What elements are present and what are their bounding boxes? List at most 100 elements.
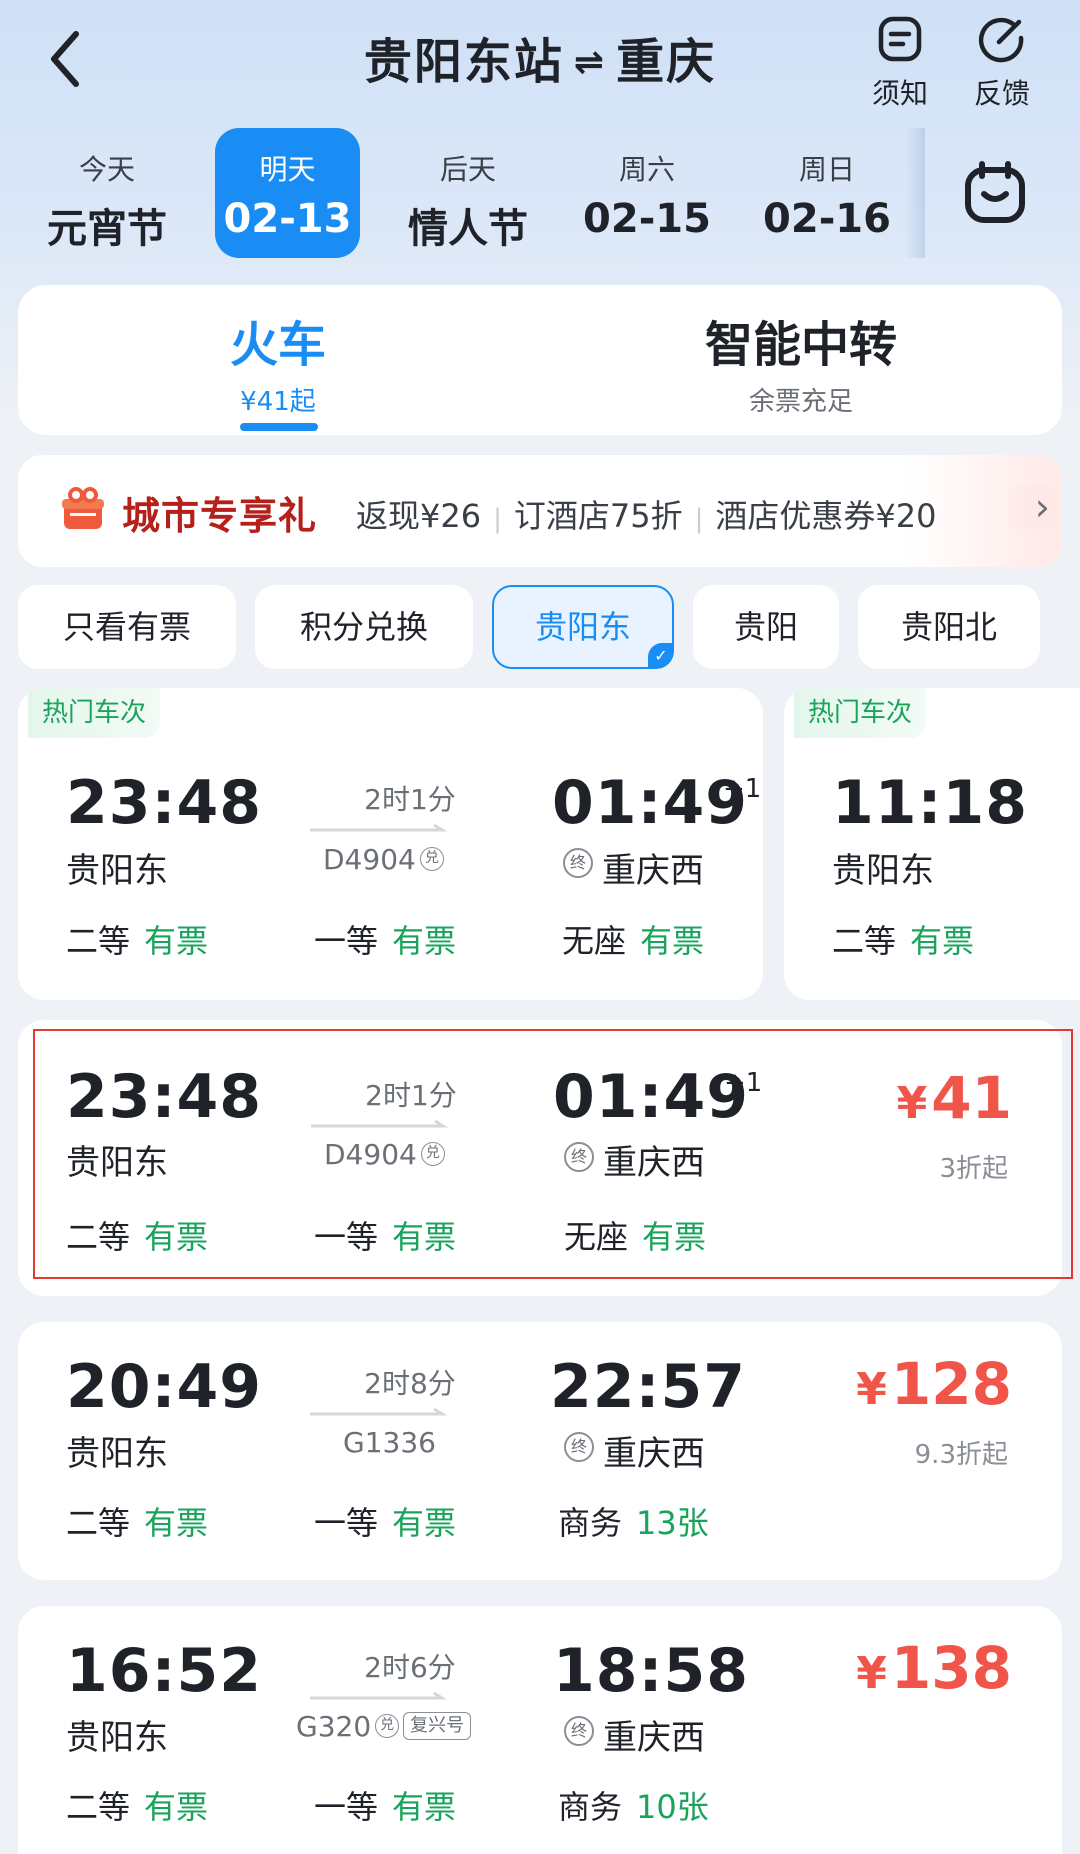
arrival-station: 重庆西 <box>603 1434 705 1474</box>
notice-button[interactable]: 须知 <box>860 14 940 112</box>
currency-symbol: ¥ <box>896 1078 928 1129</box>
promo-divider: | <box>694 504 704 534</box>
promo-offer-cashback: 返现¥26 <box>356 497 482 535</box>
fuxing-badge: 复兴号 <box>403 1712 472 1740</box>
seat-availability: 有票 <box>642 1218 707 1256</box>
arrival-time: 01:49 <box>553 1062 749 1132</box>
calendar-button[interactable] <box>960 158 1040 238</box>
duration-arrow-icon <box>311 1119 449 1128</box>
departure-time: 23:48 <box>66 1062 262 1132</box>
terminal-station-icon: 终 <box>563 848 593 878</box>
seat-class: 一等 <box>314 922 379 960</box>
duration-arrow-icon <box>310 1691 448 1700</box>
departure-station: 贵阳东 <box>66 1718 168 1758</box>
arrival-station: 重庆西 <box>603 1143 705 1183</box>
date-tab-saturday[interactable]: 周六 02-15 <box>572 128 722 258</box>
date-weekday: 后天 <box>439 153 496 186</box>
filter-chip-points[interactable]: 积分兑换 <box>255 585 473 669</box>
trip-duration: 2时6分 <box>364 1651 456 1684</box>
hot-train-tag: 热门车次 <box>28 688 161 738</box>
date-tab-day-after[interactable]: 后天 情人节 <box>393 128 543 258</box>
train-list-item[interactable]: 23:48 贵阳东 2时1分 D4904 兑 01:49 +1 终 重庆西 ¥41… <box>18 1020 1062 1296</box>
train-list-item[interactable]: 16:52 贵阳东 2时6分 G320 兑复兴号 18:58 终 重庆西 ¥138… <box>18 1606 1062 1854</box>
filter-chip-available-only[interactable]: 只看有票 <box>18 585 236 669</box>
filter-chip-guiyang-north[interactable]: 贵阳北 <box>858 585 1040 669</box>
date-weekday: 今天 <box>78 153 135 186</box>
ticket-price: ¥138 <box>752 1634 1012 1702</box>
seat-class: 一等 <box>314 1504 379 1542</box>
active-tab-indicator <box>240 423 318 431</box>
arrival-time: 01:49 <box>552 768 748 838</box>
seat-business-class: 商务 13张 <box>558 1498 709 1544</box>
date-tab-today[interactable]: 今天 元宵节 <box>32 128 182 258</box>
departure-station: 贵阳东 <box>66 1434 168 1474</box>
filter-chip-guiyang[interactable]: 贵阳 <box>693 585 839 669</box>
seat-second-class: 二等 有票 <box>66 1782 208 1828</box>
seat-availability: 有票 <box>640 922 705 960</box>
next-day-marker: +1 <box>723 774 762 804</box>
tab-train-title: 火车 <box>229 317 326 373</box>
station-filter-chips: 只看有票 积分兑换 贵阳东 ✓ 贵阳 贵阳北 <box>0 585 1080 671</box>
hot-train-card[interactable]: 热门车次 23:48 贵阳东 2时1分 D4904 兑 01:49 +1 终 重庆… <box>18 688 763 1000</box>
chip-label: 贵阳东 <box>534 608 631 646</box>
date-tab-sunday[interactable]: 周日 02-16 <box>752 128 902 258</box>
seat-standing: 无座 有票 <box>562 916 704 962</box>
tab-smart-transfer[interactable]: 智能中转 余票充足 <box>540 285 1062 435</box>
date-strip-fade <box>905 128 925 258</box>
tab-transfer-title: 智能中转 <box>704 317 897 373</box>
seat-availability: 有票 <box>392 1504 457 1542</box>
departure-time: 16:52 <box>66 1636 262 1706</box>
promo-offers: 返现¥26 | 订酒店75折 | 酒店优惠券¥20 <box>356 491 936 537</box>
trip-duration: 2时1分 <box>365 1079 457 1112</box>
chevron-right-icon: › <box>1008 485 1058 529</box>
train-number-text: D4904 <box>324 1138 417 1171</box>
gift-icon <box>62 487 104 529</box>
departure-station: 贵阳东 <box>66 851 168 891</box>
currency-symbol: ¥ <box>856 1648 887 1699</box>
hot-train-card[interactable]: 热门车次 11:18 贵阳东 二等 有票 <box>784 688 1080 1000</box>
price-value: 128 <box>890 1350 1012 1418</box>
promo-offer-hotel-discount: 订酒店75折 <box>513 497 683 535</box>
seat-class: 商务 <box>558 1788 623 1826</box>
tab-transfer-sub: 余票充足 <box>748 387 853 417</box>
terminal-station-icon: 终 <box>564 1716 594 1746</box>
departure-station: 贵阳东 <box>66 1143 168 1183</box>
notice-label: 须知 <box>871 77 928 110</box>
train-list-item[interactable]: 20:49 贵阳东 2时8分 G1336 22:57 终 重庆西 ¥128 9.… <box>18 1322 1062 1580</box>
date-selector: 今天 元宵节 明天 02-13 后天 情人节 周六 02-15 周日 02-16 <box>0 118 1080 268</box>
seat-availability: 有票 <box>910 922 975 960</box>
ticket-price: ¥41 <box>752 1064 1012 1132</box>
date-weekday: 周六 <box>618 153 675 186</box>
price-value: 138 <box>890 1634 1012 1702</box>
seat-standing: 无座 有票 <box>564 1212 706 1258</box>
tab-train-price: ¥41起 <box>240 387 316 417</box>
seat-second-class: 二等 有票 <box>832 916 974 962</box>
filter-chip-guiyang-east[interactable]: 贵阳东 ✓ <box>492 585 674 669</box>
date-tab-tomorrow[interactable]: 明天 02-13 <box>215 128 360 258</box>
seat-class: 无座 <box>562 922 627 960</box>
train-number-text: D4904 <box>323 843 416 876</box>
departure-station: 贵阳东 <box>832 851 934 891</box>
duration-arrow-icon <box>310 823 448 832</box>
travel-mode-tabs: 火车 ¥41起 智能中转 余票充足 <box>18 285 1062 435</box>
date-weekday: 周日 <box>798 153 855 186</box>
chip-label: 贵阳 <box>733 608 798 646</box>
route-from: 贵阳东站 <box>363 34 564 90</box>
back-button[interactable] <box>44 26 88 92</box>
seat-class: 二等 <box>832 922 897 960</box>
date-label: 02-13 <box>223 196 352 242</box>
chip-label: 贵阳北 <box>900 608 997 646</box>
tab-train[interactable]: 火车 ¥41起 <box>18 285 538 435</box>
date-label: 元宵节 <box>47 206 167 252</box>
feedback-button[interactable]: 反馈 <box>962 14 1042 112</box>
terminal-station-icon: 终 <box>564 1432 594 1462</box>
calendar-icon <box>965 161 1025 223</box>
redeem-badge: 兑 <box>419 847 444 871</box>
city-gift-banner[interactable]: 城市专享礼 返现¥26 | 订酒店75折 | 酒店优惠券¥20 › <box>18 455 1062 567</box>
seat-first-class: 一等 有票 <box>314 916 456 962</box>
top-bar: 贵阳东站 ⇌ 重庆 须知 反馈 <box>0 0 1080 120</box>
seat-availability: 有票 <box>144 1788 209 1826</box>
redeem-badge: 兑 <box>420 1142 445 1166</box>
swap-icon: ⇌ <box>573 42 607 83</box>
arrival-time: 22:57 <box>550 1352 746 1422</box>
